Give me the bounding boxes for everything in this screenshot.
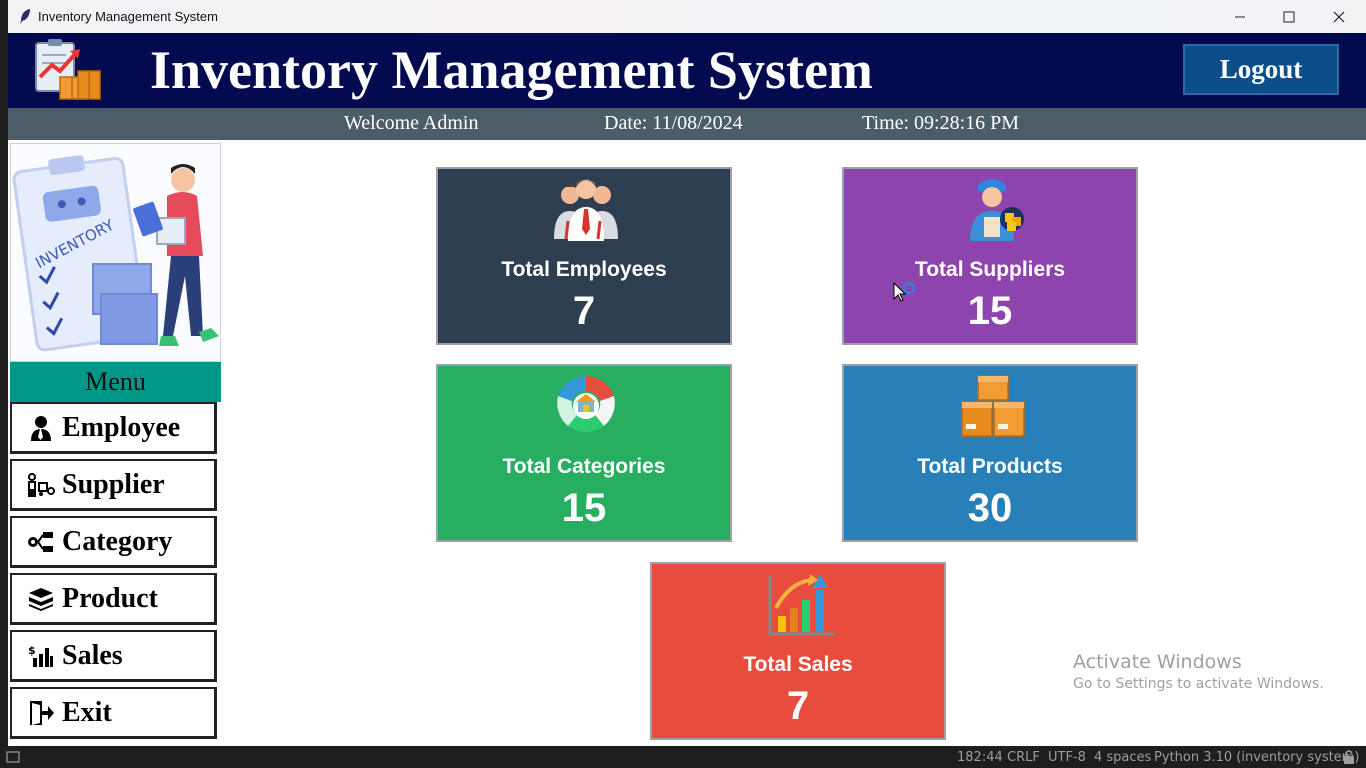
date-label: Date: 11/08/2024 — [604, 112, 743, 134]
inventory-logo-icon — [35, 39, 101, 100]
file-encoding[interactable]: UTF-8 — [1048, 750, 1086, 765]
menu-category-label: Category — [62, 525, 173, 557]
welcome-label: Welcome Admin — [344, 112, 479, 134]
menu-exit-label: Exit — [62, 696, 112, 728]
cursor-position[interactable]: 182:44 — [957, 750, 1003, 765]
stacked-boxes-icon — [961, 375, 1025, 437]
sidebar: INVENTORY Menu Employee Supplier Categor… — [10, 143, 221, 743]
logout-button[interactable]: Logout — [1183, 44, 1339, 95]
team-icon — [554, 179, 618, 241]
sitemap-icon — [26, 527, 56, 557]
menu-employee-label: Employee — [62, 411, 181, 443]
card-total-employees-label: Total Employees — [501, 258, 667, 281]
python-interpreter[interactable]: Python 3.10 (inventory system) — [1154, 750, 1359, 765]
card-total-suppliers-label: Total Suppliers — [914, 258, 1066, 281]
chart-bar-dollar-icon: $ — [26, 641, 56, 671]
activate-windows-title: Activate Windows — [1073, 651, 1242, 673]
info-bar: Welcome Admin Date: 11/08/2024 Time: 09:… — [8, 108, 1366, 140]
menu-exit-button[interactable]: Exit — [10, 687, 217, 739]
card-total-sales-label: Total Sales — [743, 653, 853, 676]
growth-chart-icon — [768, 574, 834, 636]
ide-statusbar: 182:44 CRLF UTF-8 4 spaces Python 3.10 (… — [0, 746, 1366, 768]
card-total-categories[interactable]: Total Categories 15 — [436, 364, 732, 542]
door-exit-icon — [26, 698, 56, 728]
user-tie-icon — [26, 413, 56, 443]
menu-product-label: Product — [62, 582, 158, 614]
maximize-button[interactable] — [1265, 0, 1313, 33]
card-total-suppliers[interactable]: Total Suppliers 15 — [842, 167, 1138, 345]
category-wheel-icon — [557, 376, 615, 432]
card-total-products-label: Total Products — [917, 455, 1063, 478]
activate-windows-watermark: Activate Windows Go to Settings to activ… — [1073, 651, 1324, 692]
menu-supplier-button[interactable]: Supplier — [10, 459, 217, 511]
close-button[interactable] — [1315, 0, 1363, 33]
mouse-cursor-busy-icon — [893, 282, 915, 302]
time-label: Time: 09:28:16 PM — [862, 112, 1020, 134]
maximize-icon — [1283, 11, 1295, 22]
minimize-button[interactable] — [1216, 0, 1264, 33]
menu-sales-button[interactable]: $ Sales — [10, 630, 217, 682]
card-total-categories-label: Total Categories — [502, 455, 666, 478]
activate-windows-subtitle: Go to Settings to activate Windows. — [1073, 676, 1324, 692]
card-total-employees-value: 7 — [572, 289, 596, 333]
svg-text:$: $ — [28, 644, 36, 657]
card-total-sales-value: 7 — [786, 684, 810, 728]
card-total-categories-value: 15 — [561, 486, 607, 530]
menu-supplier-label: Supplier — [62, 468, 165, 500]
people-carry-icon — [26, 470, 56, 500]
delivery-man-icon — [970, 179, 1024, 241]
app-header: Inventory Management System Logout — [8, 33, 1366, 108]
feather-icon — [20, 9, 30, 23]
minimize-icon — [1235, 16, 1245, 17]
window-titlebar[interactable]: Inventory Management System — [8, 0, 1366, 33]
card-total-sales[interactable]: Total Sales 7 — [650, 562, 946, 740]
app-window: Inventory Management System Inventory Ma… — [8, 0, 1366, 746]
lock-icon[interactable] — [1342, 749, 1356, 765]
menu-category-button[interactable]: Category — [10, 516, 217, 568]
app-title: Inventory Management System — [150, 40, 873, 100]
menu-employee-button[interactable]: Employee — [10, 402, 217, 454]
indentation[interactable]: 4 spaces — [1094, 750, 1151, 765]
card-total-suppliers-value: 15 — [967, 289, 1013, 333]
inventory-worker-illustration-icon: INVENTORY — [12, 155, 219, 352]
card-total-products-value: 30 — [967, 486, 1013, 530]
close-icon — [1333, 11, 1345, 22]
inventory-illustration: INVENTORY — [10, 143, 221, 362]
window-title: Inventory Management System — [38, 9, 218, 24]
menu-title: Menu — [10, 362, 221, 402]
card-total-products[interactable]: Total Products 30 — [842, 364, 1138, 542]
menu-product-button[interactable]: Product — [10, 573, 217, 625]
remote-window-icon[interactable] — [6, 750, 20, 764]
card-total-employees[interactable]: Total Employees 7 — [436, 167, 732, 345]
boxes-icon — [26, 584, 56, 614]
line-ending[interactable]: CRLF — [1007, 750, 1040, 765]
menu-sales-label: Sales — [62, 639, 123, 671]
